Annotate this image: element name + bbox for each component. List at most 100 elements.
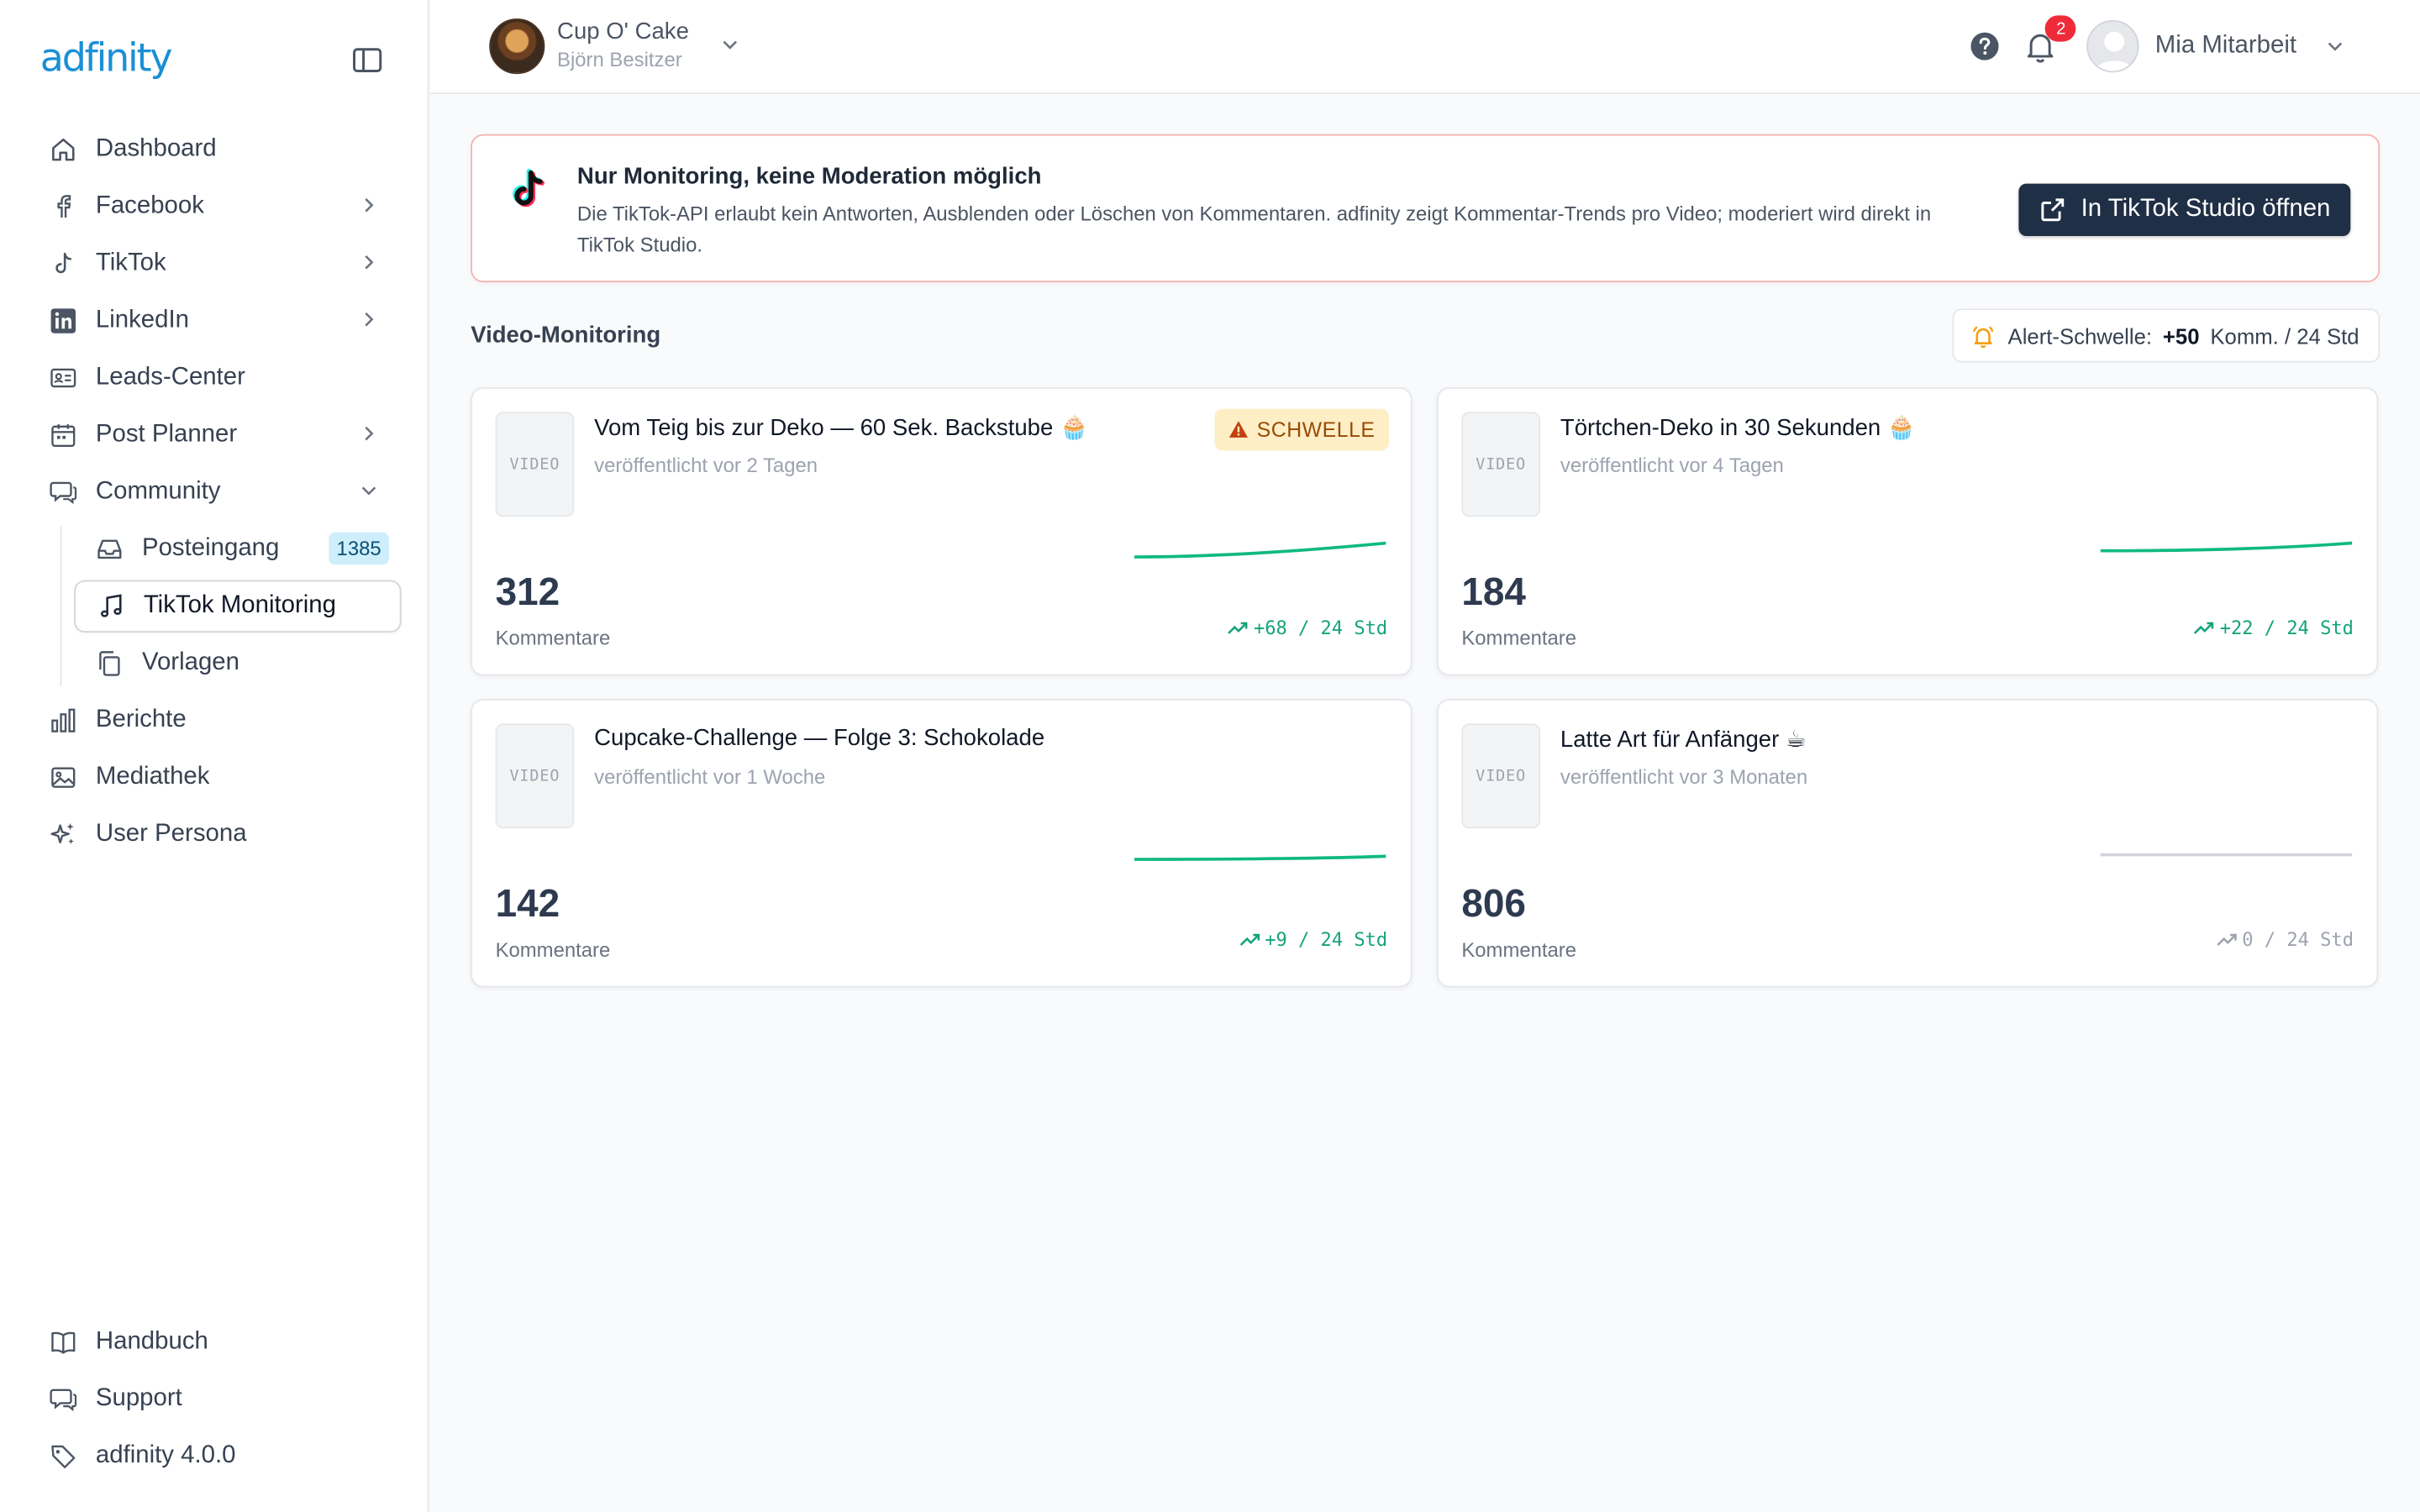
image-icon [50,763,77,790]
account-name: Cup O' Cake [557,18,689,45]
header-actions: 2 Mia Mitarbeit [1970,15,2346,74]
video-card[interactable]: VIDEO Törtchen-Deko in 30 Sekunden 🧁 ver… [1436,387,2379,676]
account-switcher[interactable]: Cup O' Cake Björn Besitzer [489,18,741,75]
sidebar-item-leads-center[interactable]: Leads-Center [0,349,429,406]
chevron-down-icon[interactable] [2324,35,2346,57]
comment-trend-sparkline [1134,541,1386,559]
sidebar-item-label: Post Planner [95,420,238,447]
user-placeholder-icon [2096,31,2135,71]
sidebar-item-berichte[interactable]: Berichte [0,691,429,748]
user-name[interactable]: Mia Mitarbeit [2155,33,2296,60]
alert-unit: Komm. / 24 Std [2210,323,2360,349]
sidebar-item-version[interactable]: adfinity 4.0.0 [0,1427,429,1484]
music-note-icon [97,592,125,620]
trend-delta: +22 / 24 Std [2193,617,2354,639]
video-thumbnail: VIDEO [495,412,575,517]
sparkles-icon [50,820,77,848]
sidebar-item-label: TikTok Monitoring [143,592,336,619]
video-card[interactable]: VIDEO Cupcake-Challenge — Folge 3: Schok… [471,699,1413,988]
comment-count: 312 [495,570,560,615]
sidebar-item-label: Community [95,477,221,504]
chat-icon [50,477,77,505]
sparkline-path [2100,541,2353,553]
notifications-button[interactable]: 2 [2023,15,2077,65]
video-published: veröffentlicht vor 2 Tagen [594,453,818,477]
sidebar-item-posteingang[interactable]: Posteingang 1385 [74,520,401,577]
section-title: Video-Monitoring [471,322,661,349]
sidebar-item-label: Mediathek [95,763,210,790]
sidebar-item-label: Dashboard [95,134,217,161]
community-submenu: Posteingang 1385 TikTok Monitoring Vorla… [0,520,429,691]
sidebar-item-user-persona[interactable]: User Persona [0,806,429,863]
submenu-guide-line [60,526,62,687]
comment-count-label: Kommentare [1461,626,1577,650]
trend-delta: 0 / 24 Std [2216,928,2354,951]
alert-threshold-chip[interactable]: Alert-Schwelle: +50 Komm. / 24 Std [1952,308,2381,363]
sidebar-item-vorlagen[interactable]: Vorlagen [74,634,401,691]
alert-label: Alert-Schwelle: [2007,323,2153,349]
user-avatar[interactable] [2086,19,2140,73]
sidebar-item-handbuch[interactable]: Handbuch [0,1313,429,1370]
button-label: In TikTok Studio öffnen [2081,196,2331,223]
sidebar-panel-icon [353,48,382,72]
video-title: Törtchen-Deko in 30 Sekunden 🧁 [1560,415,1917,442]
tiktok-logo-icon [513,168,544,207]
sidebar-item-label: Berichte [95,706,187,732]
sidebar-item-community[interactable]: Community [0,463,429,520]
video-thumbnail: VIDEO [1461,412,1541,517]
monitoring-info-banner: Nur Monitoring, keine Moderation möglich… [471,134,2381,283]
trending-up-icon [2194,622,2214,634]
sidebar-item-tiktok-monitoring[interactable]: TikTok Monitoring [74,580,402,633]
help-icon[interactable] [1970,31,2001,62]
video-published: veröffentlicht vor 3 Monaten [1560,765,1808,789]
threshold-label: SCHWELLE [1256,417,1376,442]
video-card[interactable]: VIDEO Vom Teig bis zur Deko — 60 Sek. Ba… [471,387,1413,676]
sidebar-item-dashboard[interactable]: Dashboard [0,120,429,177]
trend-value: +22 / 24 Std [2219,617,2354,639]
trend-value: +9 / 24 Std [1265,928,1388,951]
book-icon [50,1327,77,1355]
inbox-icon [96,534,124,562]
video-thumbnail: VIDEO [1461,723,1541,829]
sidebar-item-linkedin[interactable]: LinkedIn [0,291,429,349]
bar-chart-icon [50,706,77,733]
chevron-down-icon [723,40,738,50]
sidebar-item-tiktok[interactable]: TikTok [0,234,429,291]
video-title: Latte Art für Anfänger ☕ [1560,727,1807,753]
video-published: veröffentlicht vor 1 Woche [594,765,826,789]
calendar-icon [50,421,77,449]
comment-count-label: Kommentare [495,626,611,650]
sidebar-item-label: Handbuch [95,1327,208,1354]
sidebar-item-mediathek[interactable]: Mediathek [0,748,429,806]
video-published: veröffentlicht vor 4 Tagen [1560,453,1784,477]
sidebar-item-label: Leads-Center [95,363,245,390]
video-title: Vom Teig bis zur Deko — 60 Sek. Backstub… [594,415,1089,442]
id-card-icon [50,364,77,391]
sidebar-item-label: Posteingang [141,534,280,561]
sparkline-path [1134,541,1386,559]
trending-up-icon [1239,933,1260,946]
top-header: Cup O' Cake Björn Besitzer 2 Mia Mitarbe… [430,0,2420,95]
home-icon [50,135,77,163]
open-tiktok-studio-button[interactable]: In TikTok Studio öffnen [2019,183,2351,237]
sidebar-item-post-planner[interactable]: Post Planner [0,406,429,463]
alert-value: +50 [2162,323,2200,349]
app-root: adfinity Dashboard Facebook TikTok Linke… [0,0,2420,1512]
trending-up-icon [1228,622,1248,634]
sidebar-item-label: Facebook [95,192,204,218]
sidebar-item-support[interactable]: Support [0,1370,429,1427]
tiktok-icon [50,249,77,277]
facebook-icon [50,192,77,220]
notification-count-badge: 2 [2045,15,2077,42]
trend-value: 0 / 24 Std [2242,928,2354,951]
warning-triangle-icon [1229,421,1249,438]
sidebar-item-label: Support [95,1384,182,1411]
alarm-bell-icon [1973,325,1994,348]
tag-icon [50,1441,77,1469]
account-text: Cup O' Cake Björn Besitzer [557,18,689,74]
adfinity-logo[interactable]: adfinity [40,34,173,80]
video-card[interactable]: VIDEO Latte Art für Anfänger ☕ veröffent… [1436,699,2379,988]
sidebar-item-facebook[interactable]: Facebook [0,177,429,234]
sidebar-toggle-button[interactable] [349,43,386,76]
threshold-badge: SCHWELLE [1215,408,1390,451]
